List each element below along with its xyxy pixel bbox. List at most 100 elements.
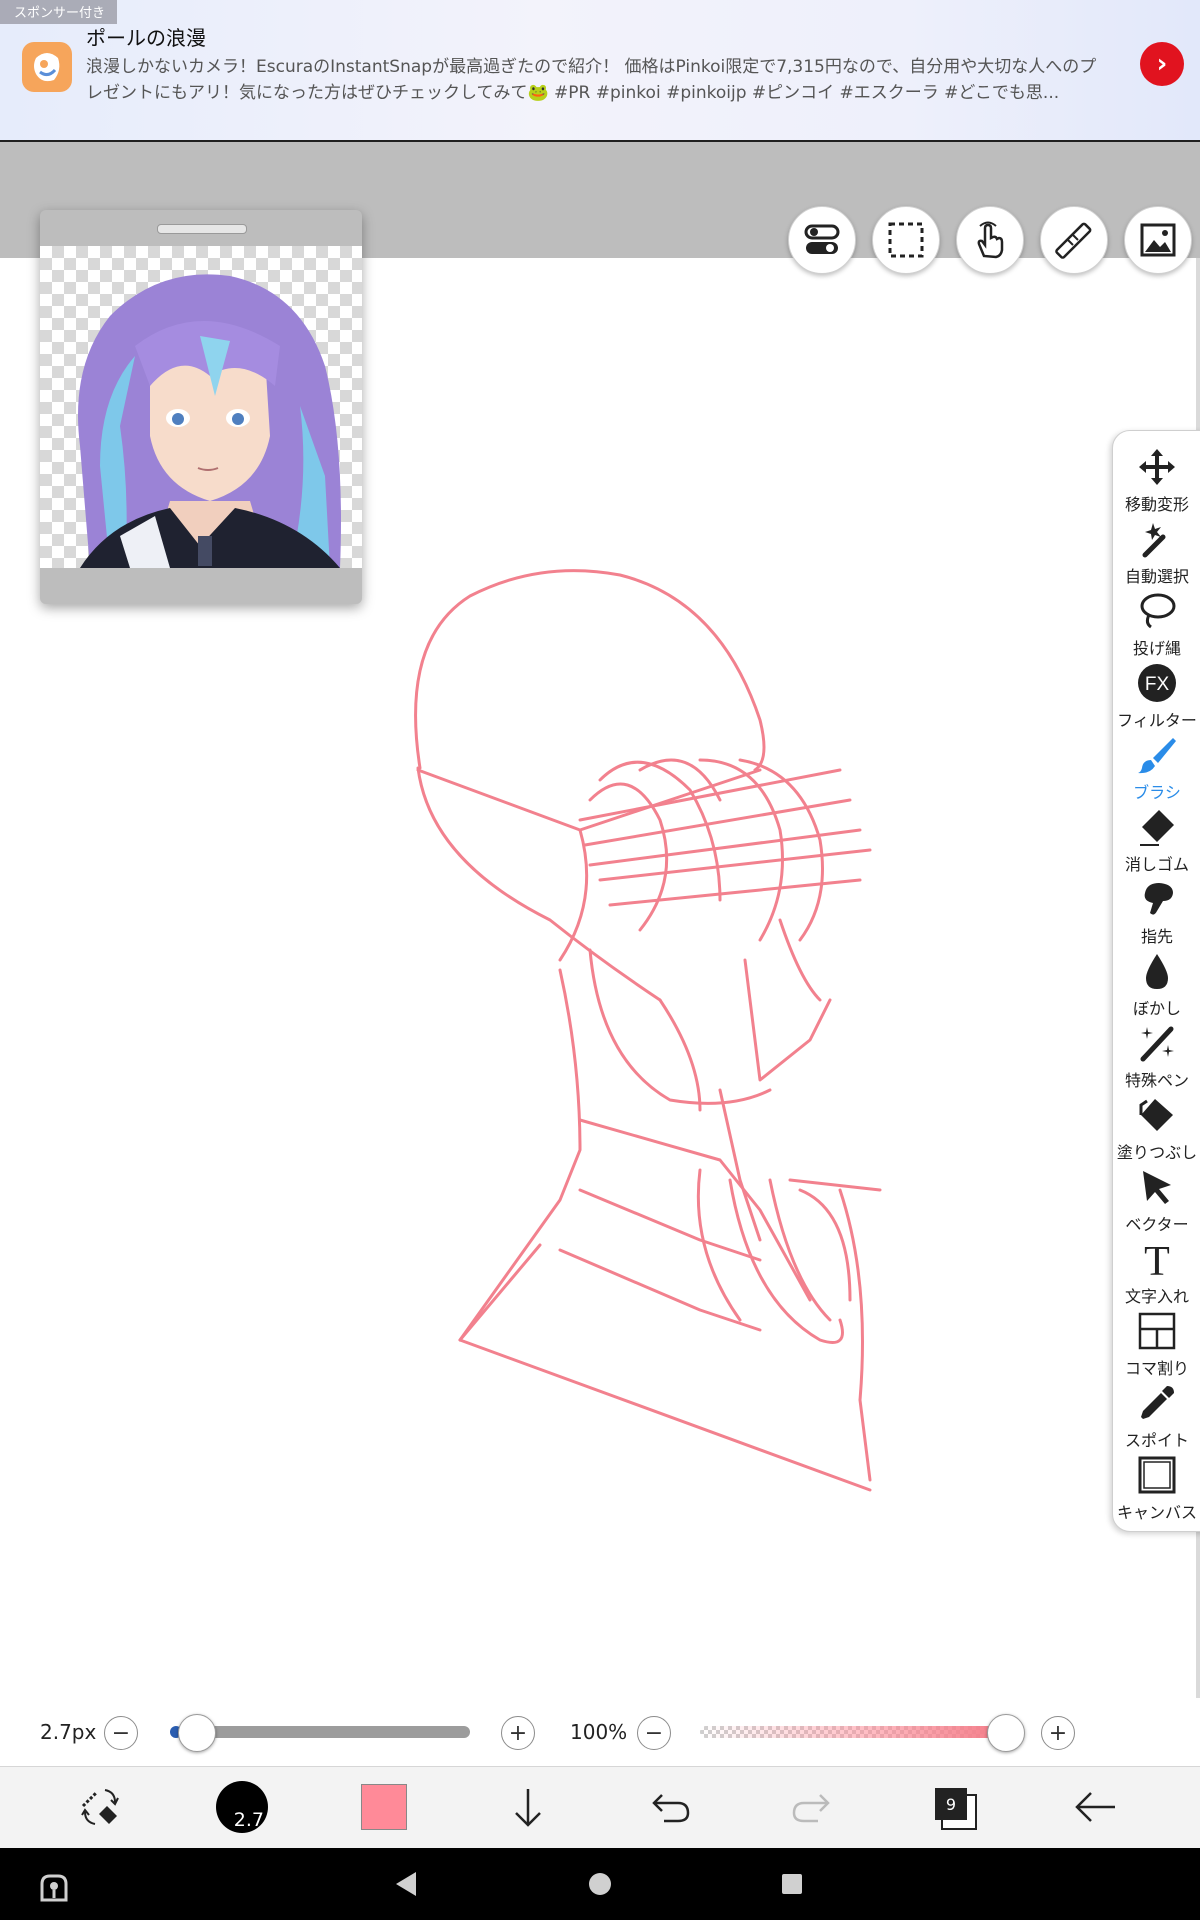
opacity-slider-thumb[interactable] [987, 1714, 1025, 1752]
ad-app-logo[interactable] [22, 42, 72, 92]
toggle-icon [804, 224, 840, 254]
tool-palette: 移動変形 自動選択 投げ縄 FX フィルター ブラシ 消しゴム 指先 ぼかし 特… [1112, 430, 1200, 1532]
tool-frame-divider[interactable]: コマ割り [1113, 1311, 1200, 1383]
save-down-button[interactable] [498, 1782, 558, 1832]
reference-window[interactable] [40, 210, 362, 604]
finger-icon [1144, 883, 1173, 915]
opacity-decrease-button[interactable]: − [637, 1716, 671, 1750]
tool-fill[interactable]: 塗りつぶし [1113, 1095, 1200, 1167]
tool-move-transform[interactable]: 移動変形 [1113, 447, 1200, 519]
brush-size-slider-thumb[interactable] [178, 1714, 216, 1752]
text-icon: T [1144, 1239, 1170, 1279]
fx-icon: FX [1138, 664, 1176, 702]
tool-finger[interactable]: 指先 [1113, 879, 1200, 951]
tool-brush[interactable]: ブラシ [1113, 735, 1200, 807]
ad-banner[interactable]: スポンサー付き ポールの浪漫 浪漫しかないカメラ！EscuraのInstantS… [0, 0, 1200, 142]
move-icon [1139, 449, 1175, 485]
pen-eraser-swap-icon [81, 1789, 119, 1825]
sponsored-label: スポンサー付き [0, 0, 118, 24]
tool-label: 自動選択 [1124, 567, 1189, 586]
image-button[interactable] [1124, 206, 1192, 274]
color-picker-button[interactable] [354, 1782, 414, 1832]
current-color-swatch [361, 1784, 407, 1830]
ruler-icon [1055, 222, 1092, 259]
tool-label: 移動変形 [1124, 495, 1189, 514]
hand-icon [977, 221, 1004, 259]
tool-eraser[interactable]: 消しゴム [1113, 807, 1200, 879]
brush-size-increase-button[interactable]: + [501, 1716, 535, 1750]
tool-label: 特殊ペン [1124, 1071, 1189, 1090]
tool-label: 消しゴム [1124, 855, 1189, 874]
tool-vector[interactable]: ベクター [1113, 1167, 1200, 1239]
image-icon [1140, 223, 1176, 257]
opacity-increase-button[interactable]: + [1041, 1716, 1075, 1750]
tool-text[interactable]: T 文字入れ [1113, 1239, 1200, 1311]
tool-eyedropper[interactable]: スポイト [1113, 1383, 1200, 1455]
tool-blur[interactable]: ぼかし [1113, 951, 1200, 1023]
frame-divider-icon [1138, 1312, 1176, 1350]
reference-image [40, 246, 362, 568]
tool-special-pen[interactable]: 特殊ペン [1113, 1023, 1200, 1095]
layers-icon: 9 [931, 1784, 977, 1830]
pen-eraser-swap-button[interactable] [70, 1782, 130, 1832]
tool-canvas[interactable]: キャンバス [1113, 1455, 1200, 1527]
nav-recents-icon[interactable] [777, 1869, 807, 1899]
ruler-button[interactable] [1040, 206, 1108, 274]
tool-label: キャンバス [1116, 1503, 1197, 1522]
tool-label: ぼかし [1132, 999, 1181, 1018]
tool-label: 文字入れ [1124, 1287, 1189, 1306]
brush-size-decrease-button[interactable]: − [104, 1716, 138, 1750]
tool-label: フィルター [1117, 711, 1197, 730]
tool-auto-select[interactable]: 自動選択 [1113, 519, 1200, 591]
opacity-slider[interactable] [700, 1726, 1000, 1738]
hand-button[interactable] [956, 206, 1024, 274]
eyedropper-icon [1141, 1386, 1174, 1419]
toggle-button[interactable] [788, 206, 856, 274]
selection-icon [888, 222, 924, 258]
svg-text:FX: FX [1145, 674, 1170, 695]
ad-description: 浪漫しかないカメラ！EscuraのInstantSnapが最高過ぎたので紹介！ … [86, 57, 1097, 103]
lasso-icon [1140, 593, 1176, 629]
tool-label: 投げ縄 [1132, 639, 1181, 658]
tool-label: コマ割り [1124, 1359, 1189, 1378]
brush-size-value: 2.7px [40, 1720, 97, 1744]
special-pen-icon [1140, 1026, 1174, 1062]
vector-icon [1143, 1171, 1171, 1204]
accessibility-icon[interactable] [34, 1864, 74, 1904]
ad-open-button[interactable]: › [1140, 42, 1184, 86]
tool-label: スポイト [1124, 1431, 1189, 1450]
svg-text:T: T [1144, 1239, 1170, 1279]
magic-wand-icon [1142, 523, 1166, 558]
bottom-toolbar [0, 1766, 1200, 1848]
tool-label: ブラシ [1133, 783, 1181, 802]
tool-label: 塗りつぶし [1116, 1143, 1198, 1162]
tool-lasso[interactable]: 投げ縄 [1113, 591, 1200, 663]
reference-window-drag-handle[interactable] [157, 224, 247, 234]
brush-size-picker-button[interactable]: 2.7 [212, 1781, 272, 1833]
back-button[interactable] [1066, 1782, 1126, 1832]
blur-icon [1146, 954, 1168, 989]
opacity-value: 100% [570, 1720, 628, 1744]
brush-size-slider[interactable] [176, 1726, 470, 1738]
fill-icon [1139, 1099, 1173, 1131]
tool-filter[interactable]: FX フィルター [1113, 663, 1200, 735]
arrow-down-icon [515, 1789, 541, 1827]
layers-button[interactable]: 9 [924, 1782, 984, 1832]
redo-button[interactable] [782, 1782, 842, 1832]
layer-count: 9 [935, 1788, 967, 1820]
redo-icon [792, 1794, 830, 1823]
undo-icon [652, 1794, 690, 1823]
ad-title: ポールの浪漫 [86, 26, 206, 50]
chevron-right-icon: › [1156, 49, 1168, 79]
arrow-left-icon [1075, 1792, 1115, 1822]
brush-size-badge: 2.7 [216, 1781, 268, 1833]
nav-home-icon[interactable] [585, 1869, 615, 1899]
tool-label: ベクター [1125, 1215, 1189, 1234]
eraser-icon [1140, 810, 1174, 846]
selection-button[interactable] [872, 206, 940, 274]
undo-button[interactable] [640, 1782, 700, 1832]
system-navigation-bar [0, 1848, 1200, 1920]
nav-back-icon[interactable] [392, 1869, 422, 1899]
tool-label: 指先 [1140, 927, 1173, 946]
brush-icon [1138, 738, 1176, 774]
